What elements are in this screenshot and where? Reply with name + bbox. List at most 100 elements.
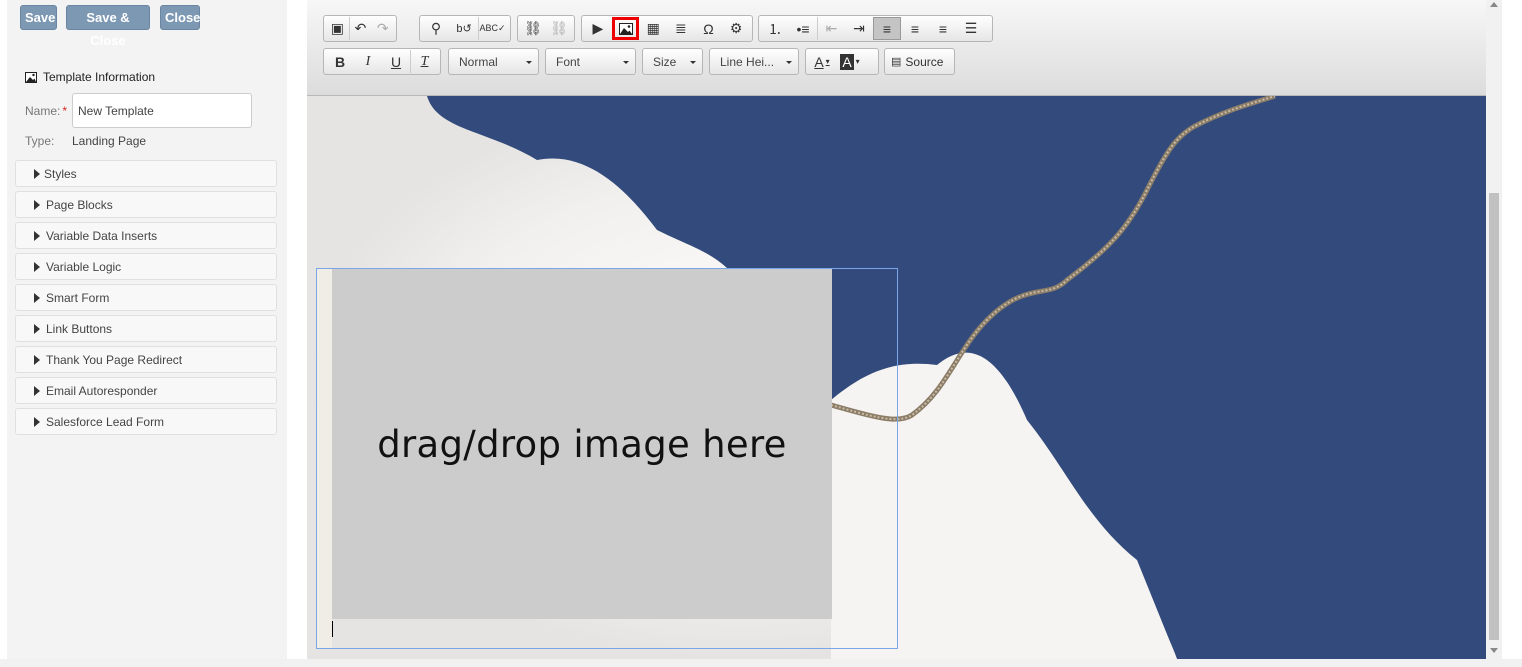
chevron-down-icon — [623, 61, 629, 64]
section-label: Thank You Page Redirect — [46, 352, 183, 367]
video-icon[interactable]: ▶ — [584, 17, 612, 40]
source-button[interactable]: ▤ Source — [884, 48, 955, 75]
line-height-select[interactable]: Line Hei... — [709, 48, 799, 75]
spellcheck-icon[interactable]: ABC✓ — [478, 17, 506, 40]
horizontal-rule-icon[interactable]: ≣ — [667, 17, 695, 40]
expand-arrow-icon — [34, 323, 40, 334]
section-label: Link Buttons — [46, 321, 113, 336]
template-info-header: Template Information — [25, 70, 155, 84]
text-color-button[interactable]: A ▾ — [808, 50, 836, 73]
template-name-input[interactable] — [72, 93, 252, 128]
name-label: Name: * — [25, 104, 68, 118]
toolbar-group-link: ⛓ ⛓ — [517, 15, 575, 42]
justify-icon[interactable]: ☰ — [957, 17, 985, 40]
image-insert-icon[interactable] — [611, 17, 640, 40]
chevron-down-icon — [786, 61, 792, 64]
section-label: Variable Data Inserts — [46, 228, 158, 243]
remove-format-button[interactable]: T — [410, 50, 438, 73]
replace-icon[interactable]: b↺ — [450, 17, 478, 40]
section-page-blocks[interactable]: Page Blocks — [15, 191, 277, 218]
type-value: Landing Page — [72, 134, 147, 148]
section-smart-form[interactable]: Smart Form — [15, 284, 277, 311]
toolbar-group-paragraph: ⒈ •≡ ⇤ ⇥ ≡ ≡ ≡ ☰ — [758, 15, 993, 42]
font-select[interactable]: Font — [545, 48, 636, 75]
section-label: Styles — [44, 166, 77, 181]
image-dropzone[interactable]: drag/drop image here — [332, 269, 832, 619]
section-label: Smart Form — [46, 290, 110, 305]
toolbar-group-find: ⚲ b↺ ABC✓ — [419, 15, 511, 42]
bottom-bar — [0, 659, 1522, 667]
chevron-down-icon — [526, 61, 532, 64]
section-thank-you-redirect[interactable]: Thank You Page Redirect — [15, 346, 277, 373]
unlink-icon[interactable]: ⛓ — [546, 17, 572, 40]
save-close-button[interactable]: Save & Close — [66, 5, 150, 48]
toolbar-group-basic-styles: B I U T — [323, 48, 441, 75]
expand-arrow-icon — [34, 199, 40, 210]
bulleted-list-icon[interactable]: •≡ — [789, 17, 817, 40]
format-value: Normal — [459, 54, 498, 69]
indent-icon[interactable]: ⇥ — [845, 17, 873, 40]
expand-arrow-icon — [34, 168, 40, 179]
expand-arrow-icon — [34, 292, 40, 303]
section-variable-data-inserts[interactable]: Variable Data Inserts — [15, 222, 277, 249]
close-button[interactable]: Close — [160, 5, 200, 30]
section-styles[interactable]: Styles — [15, 160, 277, 187]
find-icon[interactable]: ⚲ — [422, 17, 450, 40]
section-email-autoresponder[interactable]: Email Autoresponder — [15, 377, 277, 404]
outdent-icon[interactable]: ⇤ — [817, 17, 845, 40]
section-variable-logic[interactable]: Variable Logic — [15, 253, 277, 280]
scroll-up-icon[interactable] — [1490, 2, 1498, 7]
image-icon — [618, 22, 633, 35]
section-link-buttons[interactable]: Link Buttons — [15, 315, 277, 342]
scroll-down-icon[interactable] — [1490, 648, 1498, 653]
special-char-icon[interactable]: Ω — [695, 17, 723, 40]
section-label: Variable Logic — [46, 259, 122, 274]
expand-arrow-icon — [34, 230, 40, 241]
expand-arrow-icon — [34, 416, 40, 427]
bg-color-label: A — [840, 53, 854, 70]
settings-gear-icon[interactable]: ⚙ — [722, 17, 750, 40]
source-label: Source — [905, 54, 944, 69]
source-icon: ▤ — [891, 56, 902, 68]
required-mark: * — [62, 104, 68, 118]
section-salesforce-lead-form[interactable]: Salesforce Lead Form — [15, 408, 277, 435]
line-height-value: Line Hei... — [720, 54, 775, 69]
expand-arrow-icon — [34, 261, 40, 272]
align-left-icon[interactable]: ≡ — [873, 17, 901, 40]
align-right-icon[interactable]: ≡ — [929, 17, 957, 40]
size-select[interactable]: Size — [642, 48, 703, 75]
section-label: Page Blocks — [46, 197, 113, 212]
block-margin-strip — [317, 269, 332, 648]
toolbar-group-insert: ▶ ▦ ≣ Ω ⚙ — [581, 15, 753, 42]
size-value: Size — [653, 54, 677, 69]
scrollbar-thumb[interactable] — [1489, 193, 1499, 640]
section-label: Email Autoresponder — [46, 383, 158, 398]
save-button[interactable]: Save — [20, 5, 57, 30]
link-icon[interactable]: ⛓ — [520, 17, 546, 40]
expand-arrow-icon — [34, 354, 40, 365]
format-select[interactable]: Normal — [448, 48, 539, 75]
image-icon — [25, 71, 37, 83]
undo-icon[interactable]: ↶ — [348, 17, 372, 40]
vertical-scrollbar[interactable] — [1486, 0, 1502, 659]
template-info-title: Template Information — [43, 70, 156, 84]
dropzone-text: drag/drop image here — [377, 422, 787, 466]
bg-color-button[interactable]: A ▾ — [836, 50, 864, 73]
font-value: Font — [556, 54, 581, 69]
text-color-label: A — [814, 53, 824, 70]
editor-canvas[interactable]: ▣ ↶ ↷ ⚲ b↺ ABC✓ ⛓ ⛓ ▶ ▦ ≣ Ω ⚙ ⒈ •≡ ⇤ ⇥ ≡… — [307, 0, 1486, 659]
italic-button[interactable]: I — [354, 50, 382, 73]
underline-button[interactable]: U — [382, 50, 410, 73]
redo-icon[interactable]: ↷ — [371, 17, 394, 40]
section-label: Salesforce Lead Form — [46, 414, 165, 429]
align-center-icon[interactable]: ≡ — [901, 17, 929, 40]
toolbar-group-clipboard: ▣ ↶ ↷ — [323, 15, 397, 42]
toolbar-group-colors: A ▾ A ▾ — [805, 48, 879, 75]
chevron-down-icon — [690, 61, 696, 64]
left-panel: Save Save & Close Close Template Informa… — [7, 0, 287, 659]
text-cursor — [332, 621, 333, 637]
paste-icon[interactable]: ▣ — [326, 17, 349, 40]
table-icon[interactable]: ▦ — [639, 17, 667, 40]
numbered-list-icon[interactable]: ⒈ — [761, 17, 789, 40]
bold-button[interactable]: B — [326, 50, 354, 73]
